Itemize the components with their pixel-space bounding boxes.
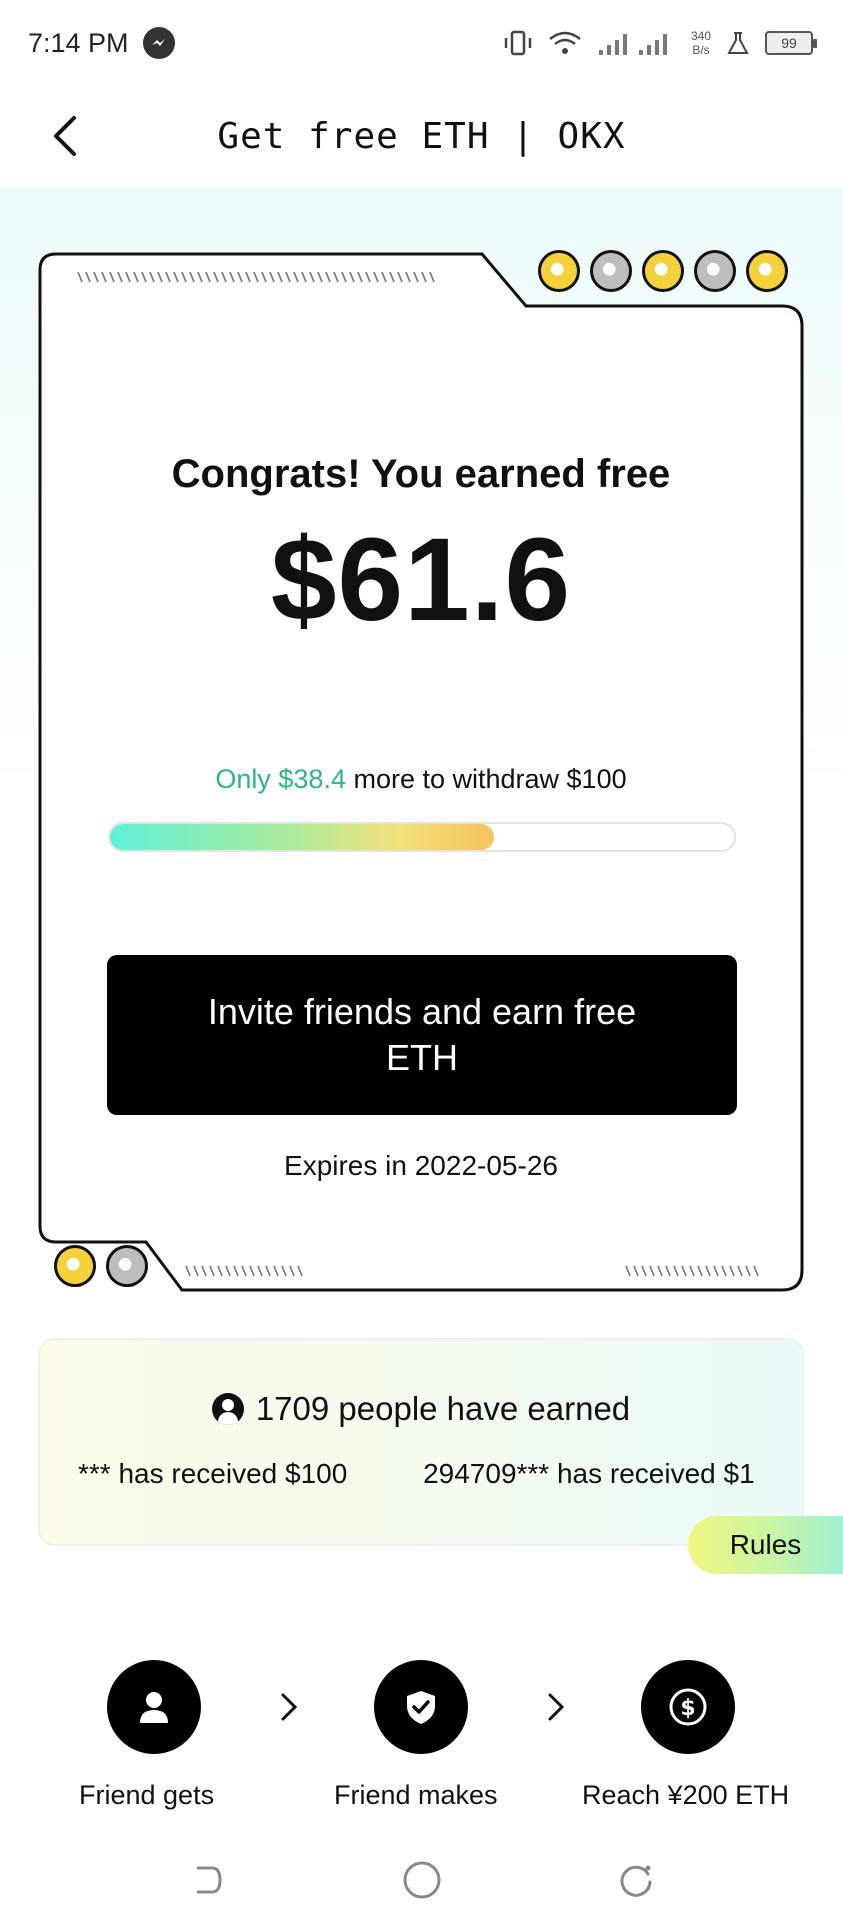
status-bar: 7:14 PM 340 B/s 99 — [0, 0, 843, 86]
progress-remaining: Only $38.4 — [215, 764, 346, 794]
shield-check-icon — [407, 1691, 435, 1724]
coins-decoration-top — [536, 245, 791, 292]
chevron-right-icon — [281, 1693, 298, 1721]
back-arrow-icon[interactable] — [46, 114, 86, 158]
coin-icon — [52, 1240, 99, 1287]
coin-icon — [536, 245, 583, 292]
flask-icon — [727, 32, 749, 54]
user-circle-icon — [211, 1393, 244, 1425]
coin-icon — [744, 245, 791, 292]
battery-level: 99 — [781, 35, 797, 51]
step-3-circle: $ — [641, 1660, 735, 1754]
congrats-heading: Congrats! You earned free — [171, 452, 671, 496]
coins-decoration-bottom — [52, 1240, 151, 1287]
ticker-item: 294709*** has received $1 — [423, 1458, 755, 1489]
steps-row: $ Friend gets Friend makes Reach ¥200 ET… — [0, 1660, 843, 1840]
coin-icon — [692, 245, 739, 292]
person-icon — [140, 1692, 168, 1723]
progress-target: more to withdraw $100 — [345, 764, 627, 794]
earned-count: 1709 people have earned — [40, 1390, 802, 1428]
invite-friends-button[interactable]: Invite friends and earn free ETH — [107, 955, 737, 1115]
rules-button[interactable]: Rules — [688, 1516, 843, 1574]
earned-panel: 1709 people have earned *** has received… — [38, 1338, 804, 1546]
page-title: Get free ETH | OKX — [217, 115, 626, 157]
page-header: Get free ETH | OKX — [0, 86, 843, 186]
step-2-circle — [374, 1660, 468, 1754]
earned-count-text: 1709 people have earned — [255, 1390, 631, 1427]
nav-recents-icon[interactable] — [614, 1858, 658, 1902]
net-speed: 340 B/s — [691, 29, 711, 57]
expiry-text: Expires in 2022-05-26 — [284, 1150, 558, 1181]
ticker-item: *** has received $100 — [78, 1458, 348, 1489]
nav-home-icon[interactable] — [400, 1858, 444, 1902]
status-time: 7:14 PM — [28, 27, 129, 58]
progress-fill — [110, 824, 495, 850]
progress-text: Only $38.4 more to withdraw $100 — [36, 764, 806, 795]
nav-back-icon[interactable] — [186, 1858, 230, 1902]
signal-icon — [598, 34, 667, 55]
step-3-label: Reach ¥200 ETH — [582, 1780, 790, 1810]
earned-amount: $61.6 — [270, 514, 572, 646]
step-2-label: Friend makes — [334, 1780, 498, 1810]
chevron-right-icon — [548, 1693, 565, 1721]
battery-icon: 99 — [765, 31, 817, 55]
step-1-circle — [107, 1660, 201, 1754]
status-left: 7:14 PM — [28, 27, 175, 59]
status-right: 340 B/s 99 — [503, 29, 817, 57]
dollar-icon: $ — [669, 1688, 707, 1726]
progress-bar — [108, 822, 736, 852]
reward-card: Congrats! You earned free $61.6 Only $38… — [36, 245, 806, 1295]
messenger-icon — [142, 27, 175, 59]
winners-ticker: *** has received $100 294709*** has rece… — [78, 1458, 772, 1498]
net-speed-unit: B/s — [692, 43, 710, 57]
wifi-icon — [549, 31, 581, 54]
coin-icon — [640, 245, 687, 292]
coin-icon — [104, 1240, 151, 1287]
net-speed-value: 340 — [690, 29, 711, 43]
step-1-label: Friend gets — [79, 1780, 215, 1810]
coin-icon — [588, 245, 635, 292]
svg-text:$: $ — [680, 1696, 695, 1721]
system-nav-bar — [0, 1840, 843, 1920]
vibrate-icon — [504, 30, 532, 56]
